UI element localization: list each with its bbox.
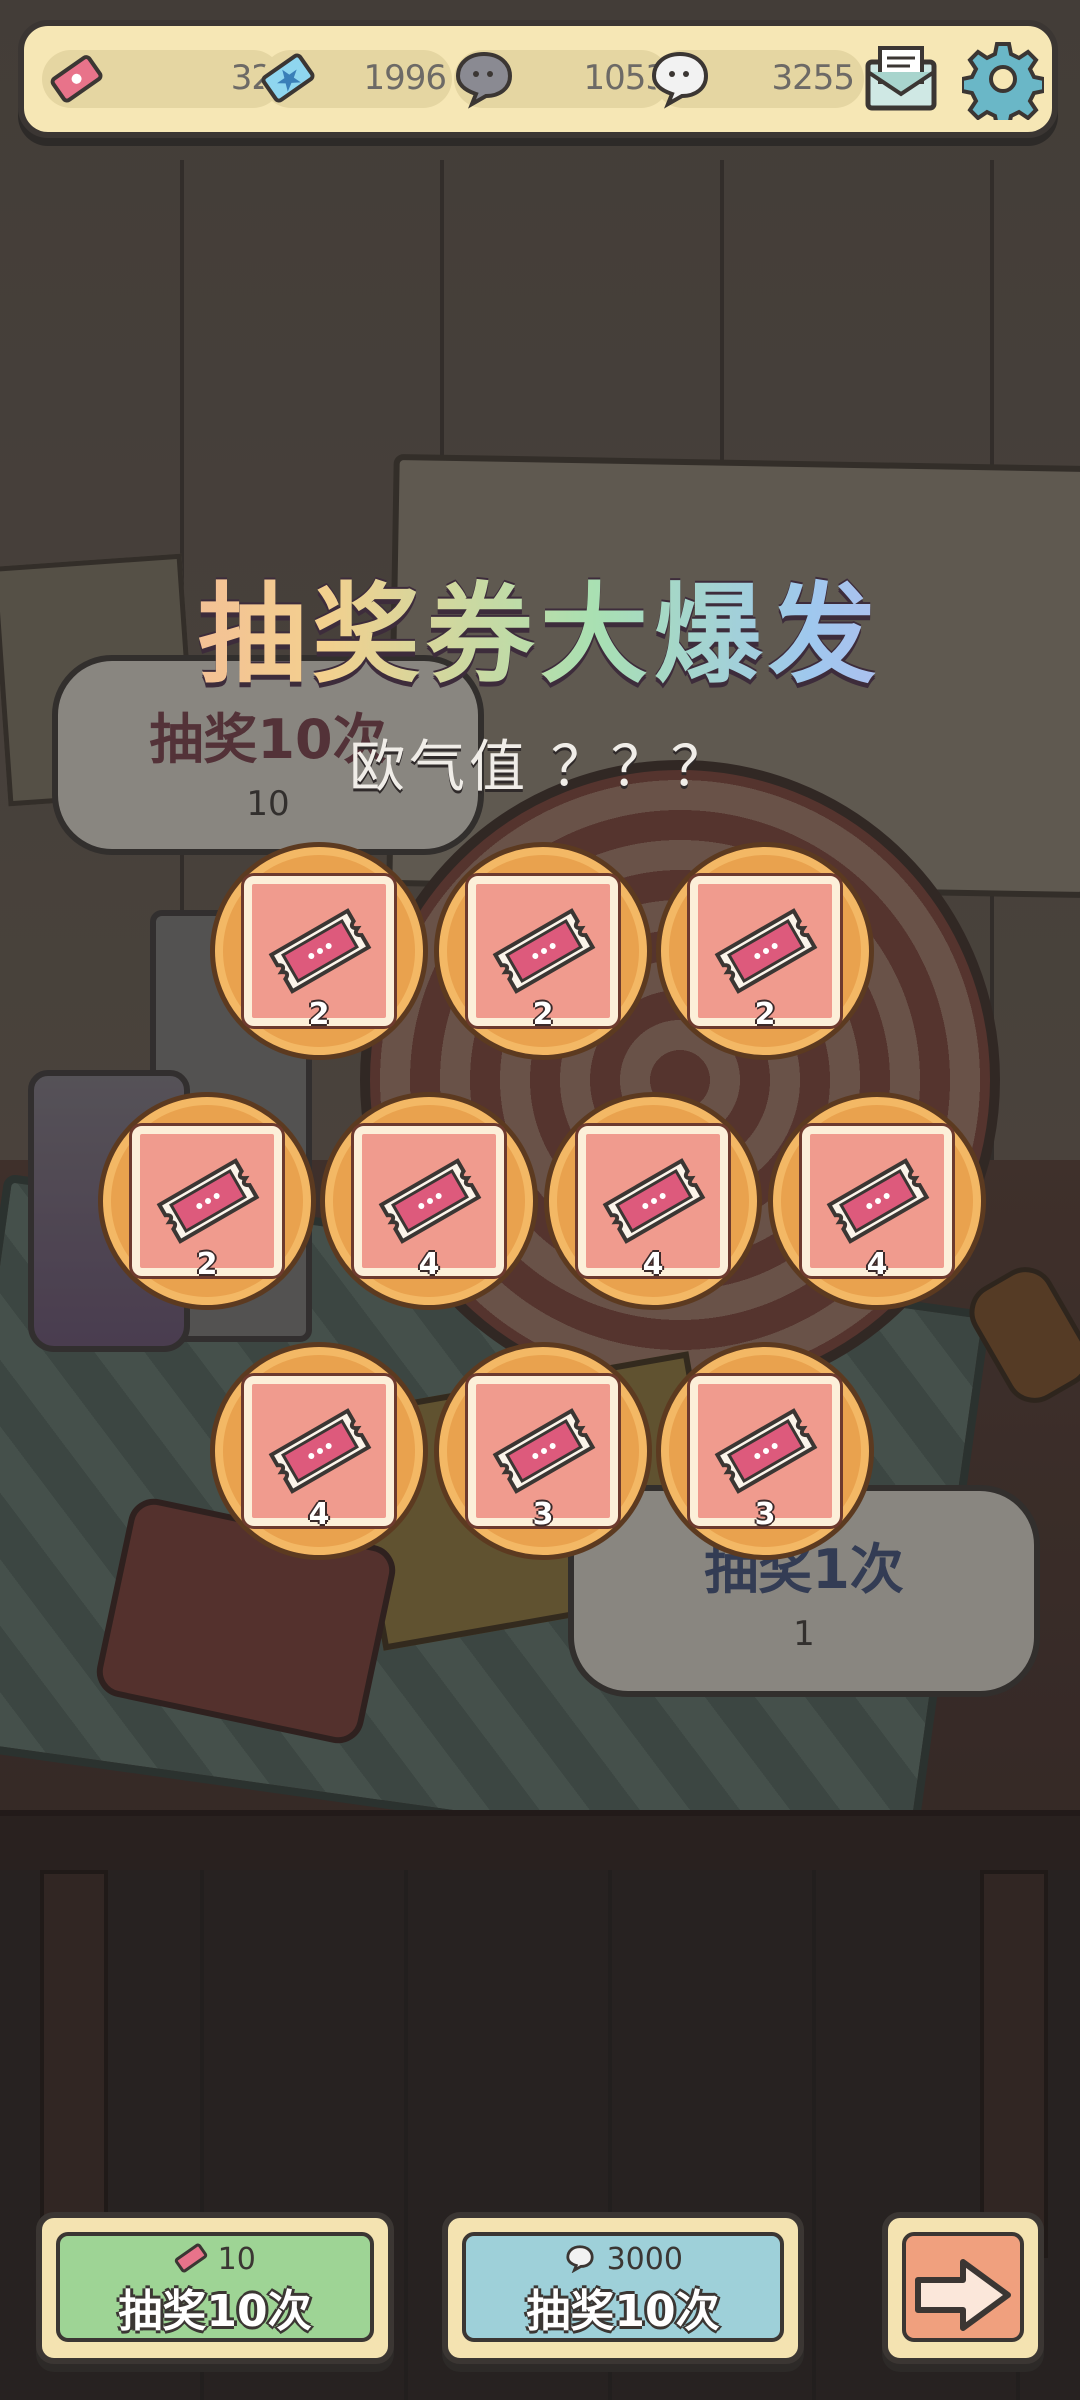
lottery-ticket-icon	[378, 1158, 482, 1244]
reward-token: 4	[768, 1092, 986, 1310]
reward-token: 3	[656, 1342, 874, 1560]
draw-10-ticket-face[interactable]: 10 抽奖10次	[56, 2232, 374, 2342]
star-ticket-count: 1996	[363, 58, 447, 98]
reward-token: 2	[98, 1092, 316, 1310]
lottery-ticket-icon	[714, 1408, 818, 1494]
draw-10-bubble-button[interactable]: 3000 抽奖10次	[442, 2212, 804, 2364]
reward-quantity: 4	[866, 1247, 888, 1282]
draw-10-bubble-label: 抽奖10次	[526, 2286, 720, 2337]
white-speech-bubble-icon	[566, 2245, 594, 2274]
lottery-ticket-icon	[826, 1158, 930, 1244]
reward-token: 2	[210, 842, 428, 1060]
mail-icon[interactable]	[860, 38, 942, 120]
white-bubble-count: 3255	[771, 58, 855, 98]
reward-token: 3	[434, 1342, 652, 1560]
ticket-icon	[174, 2243, 208, 2273]
draw-10-bubble-cost: 3000	[466, 2242, 780, 2277]
lottery-ticket-icon	[492, 1408, 596, 1494]
reward-quantity: 3	[532, 1497, 554, 1532]
next-button[interactable]	[882, 2212, 1044, 2364]
luck-value-label: 欧气值 ？？？	[349, 735, 731, 800]
next-button-face[interactable]	[902, 2232, 1024, 2342]
event-title: 抽奖券大爆发	[0, 548, 1080, 704]
reward-quantity: 4	[418, 1247, 440, 1282]
draw-10-ticket-cost: 10	[60, 2242, 370, 2277]
draw-10-ticket-label: 抽奖10次	[118, 2286, 312, 2337]
lottery-ticket-icon	[492, 908, 596, 994]
reward-quantity: 4	[308, 1497, 330, 1532]
lottery-ticket-icon	[714, 908, 818, 994]
arrow-right-icon	[915, 2259, 1011, 2331]
white-speech-bubble-icon	[651, 51, 709, 109]
reward-token: 4	[544, 1092, 762, 1310]
lottery-ticket-icon	[268, 908, 372, 994]
ticket-counter: 32	[42, 50, 282, 108]
reward-token: 4	[320, 1092, 538, 1310]
reward-token: 2	[434, 842, 652, 1060]
star-ticket-icon	[261, 53, 315, 103]
draw-10-bubble-cost-value: 3000	[606, 2242, 683, 2277]
draw-10-ticket-cost-value: 10	[217, 2242, 256, 2277]
draw-10-ticket-button[interactable]: 10 抽奖10次	[36, 2212, 394, 2364]
reward-quantity: 2	[196, 1247, 218, 1282]
resource-bar: 32 1996 1053 3255	[18, 20, 1058, 138]
reward-quantity: 2	[754, 997, 776, 1032]
reward-token: 4	[210, 1342, 428, 1560]
reward-quantity: 4	[642, 1247, 664, 1282]
lottery-ticket-icon	[602, 1158, 706, 1244]
white-bubble-counter: 3255	[651, 50, 864, 109]
gray-speech-bubble-icon	[455, 51, 513, 109]
gray-bubble-counter: 1053	[454, 50, 670, 109]
reward-quantity: 2	[532, 997, 554, 1032]
draw-10-bubble-face[interactable]: 3000 抽奖10次	[462, 2232, 784, 2342]
star-ticket-counter: 1996	[261, 50, 452, 108]
reward-token: 2	[656, 842, 874, 1060]
gear-icon[interactable]	[962, 38, 1044, 120]
reward-quantity: 3	[754, 1497, 776, 1532]
lottery-ticket-icon	[156, 1158, 260, 1244]
ticket-icon	[50, 55, 103, 103]
lottery-ticket-icon	[268, 1408, 372, 1494]
reward-quantity: 2	[308, 997, 330, 1032]
